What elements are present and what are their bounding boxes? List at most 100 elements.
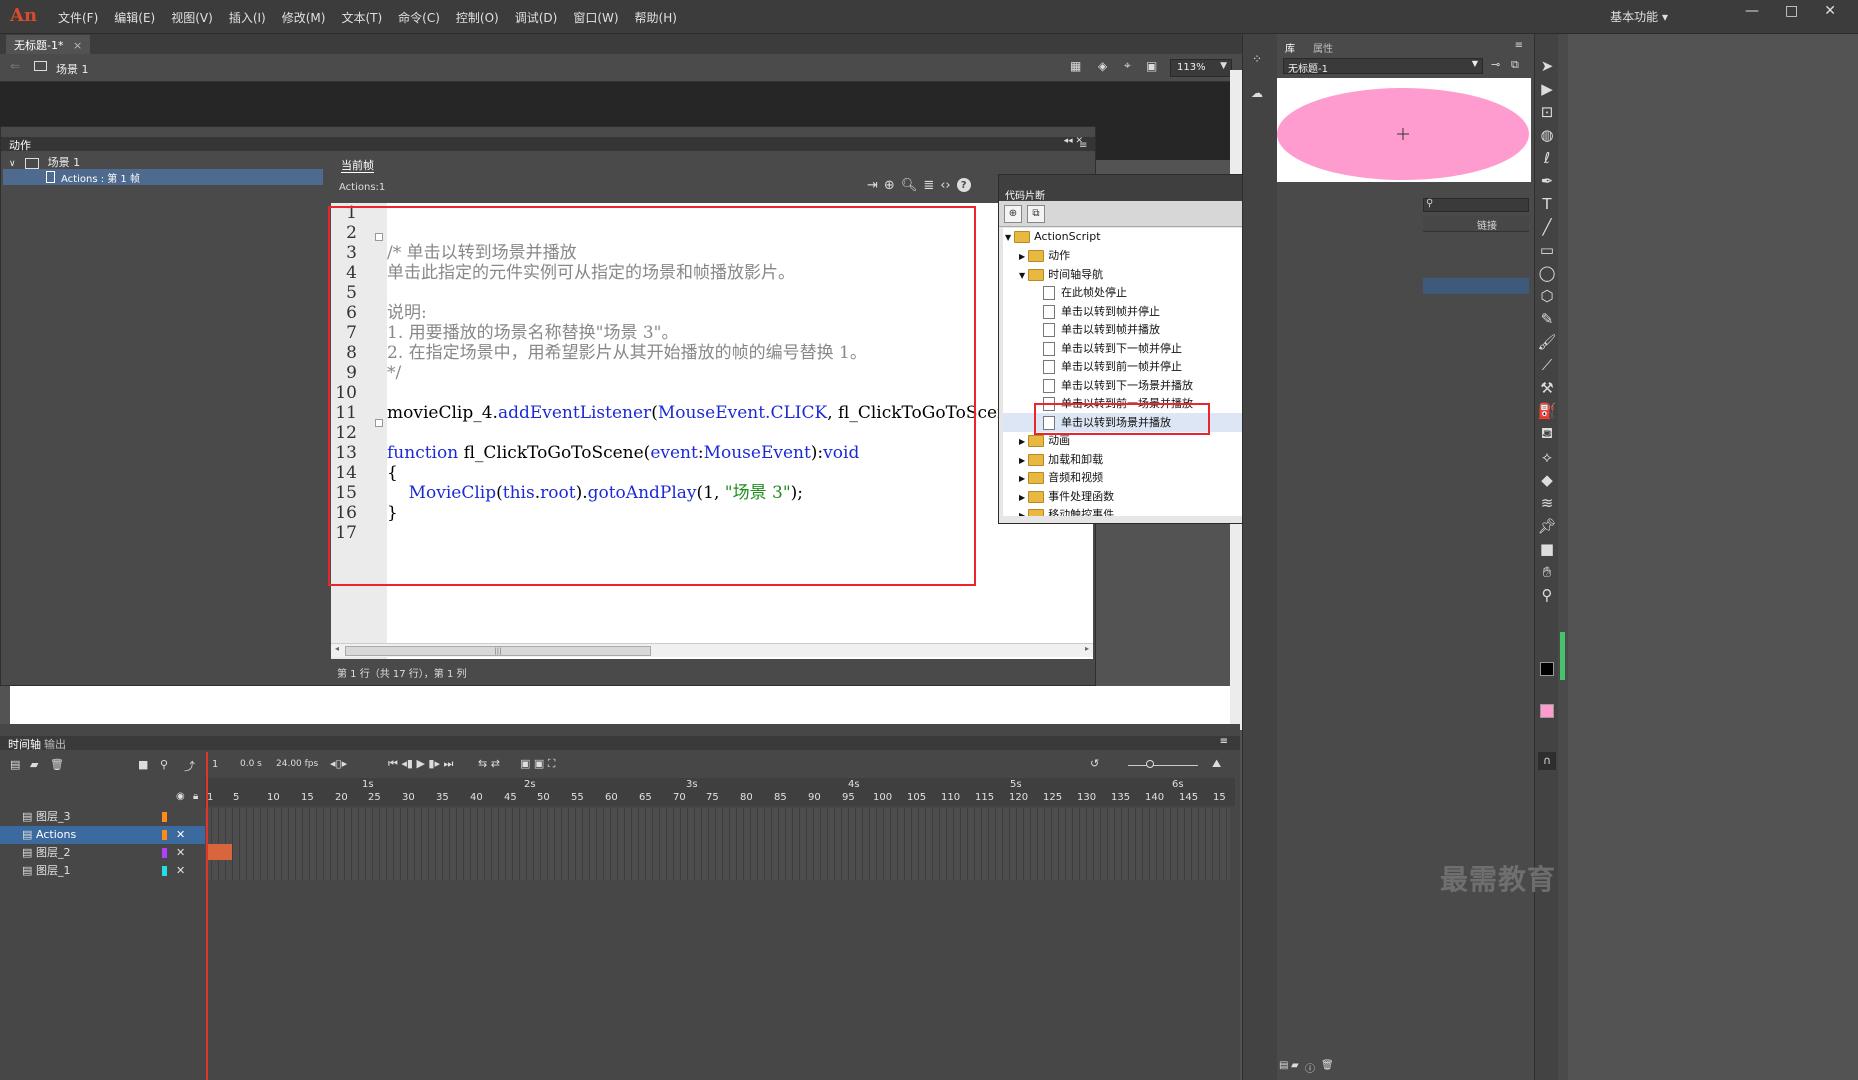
properties-tab[interactable]: 属性 — [1313, 40, 1333, 55]
selection-tool-icon[interactable]: ➤ — [1535, 54, 1559, 77]
paint-brush-icon[interactable]: 🖌︎ — [1535, 330, 1559, 353]
new-layer-icon[interactable]: ▤ — [10, 758, 20, 771]
pencil-tool-icon[interactable]: ✎ — [1535, 307, 1559, 330]
properties-icon[interactable]: ⓘ — [1305, 1060, 1315, 1075]
playhead[interactable] — [206, 752, 208, 1080]
camera-icon[interactable]: ■ — [138, 758, 148, 771]
brush-tool-icon[interactable]: ⟋ — [1535, 353, 1559, 376]
free-transform-icon[interactable]: ⊡ — [1535, 100, 1559, 123]
onion-skin-icon[interactable]: ▣ ▣ ⛶ — [520, 757, 555, 771]
code-horizontal-scrollbar[interactable]: ◂ ||| ▸ — [331, 643, 1093, 657]
slider-thumb[interactable] — [1146, 760, 1154, 768]
maximize-button[interactable]: □ — [1785, 3, 1798, 19]
layer-row[interactable]: ▤ 图层_1 ✕ — [0, 862, 205, 880]
menu-text[interactable]: 文本(T) — [333, 9, 390, 26]
panel-menu-icon[interactable]: ≡ — [1515, 40, 1523, 51]
snap-magnet-icon[interactable]: ∩ — [1538, 752, 1556, 770]
timeline-ruler[interactable]: 1s 2s 3s 4s 5s 6s 1 5 10 15 20 25 30 35 … — [205, 778, 1235, 806]
eyedropper-icon[interactable]: ⟡ — [1535, 445, 1559, 468]
find-icon[interactable]: 🔍︎ — [901, 178, 918, 193]
document-tab-close[interactable]: × — [73, 39, 82, 52]
layer-row[interactable]: ▤ 图层_3 — [0, 808, 205, 826]
zoom-select[interactable]: 113% ▼ — [1170, 59, 1232, 77]
playback-controls[interactable]: ⏮ ◂▮ ▶ ▮▸ ⏭ — [388, 757, 453, 771]
hidden-x-icon[interactable]: ✕ — [176, 826, 185, 844]
menu-window[interactable]: 窗口(W) — [565, 9, 626, 26]
parent-view-icon[interactable]: ⚲ — [160, 758, 168, 771]
center-stage-icon[interactable]: ⌖ — [1124, 58, 1131, 73]
tree-scene-row[interactable]: ∨ 场景 1 — [9, 154, 80, 170]
back-arrow-icon[interactable]: ⇐ — [10, 59, 20, 73]
frame-size-slider[interactable] — [1128, 765, 1198, 766]
format-code-icon[interactable]: ≣ — [923, 178, 934, 193]
cc-libraries-icon[interactable]: ☁ — [1251, 86, 1263, 100]
eraser-tool-icon[interactable]: ◆ — [1535, 468, 1559, 491]
pin-icon[interactable]: ⊸ — [1491, 58, 1500, 71]
menu-view[interactable]: 视图(V) — [163, 9, 221, 26]
hand-tool-icon[interactable]: ✋︎ — [1535, 560, 1559, 583]
menu-edit[interactable]: 编辑(E) — [106, 9, 163, 26]
tree-frame-row[interactable]: Actions : 第 1 帧 — [3, 169, 323, 185]
menu-modify[interactable]: 修改(M) — [274, 9, 334, 26]
add-snippet-icon[interactable]: ⊕ — [1004, 205, 1022, 223]
loop-icon[interactable]: ⇆ ⇄ — [478, 757, 500, 770]
line-tool-icon[interactable]: ╱ — [1535, 215, 1559, 238]
scroll-right-icon[interactable]: ▸ — [1085, 644, 1089, 653]
lock-icon[interactable]: 🔒︎ — [193, 791, 198, 802]
library-selected-row[interactable] — [1423, 278, 1529, 294]
mountain-icon[interactable]: ⛰ — [1212, 757, 1221, 771]
fill-color-swatch[interactable] — [1540, 704, 1554, 718]
3d-rotation-icon[interactable]: ◍ — [1535, 123, 1559, 146]
zoom-tool-icon[interactable]: ⚲ — [1535, 583, 1559, 606]
menu-file[interactable]: 文件(F) — [50, 9, 106, 26]
oval-tool-icon[interactable]: ◯ — [1535, 261, 1559, 284]
menu-commands[interactable]: 命令(C) — [390, 9, 448, 26]
hidden-x-icon[interactable]: ✕ — [176, 862, 185, 880]
library-tab[interactable]: 库 — [1285, 40, 1295, 55]
delete-layer-icon[interactable]: 🗑︎ — [50, 758, 64, 771]
frame-rate[interactable]: 24.00 fps — [276, 759, 318, 769]
close-button[interactable]: ✕ — [1824, 3, 1836, 19]
width-tool-icon[interactable]: ≋ — [1535, 491, 1559, 514]
menu-help[interactable]: 帮助(H) — [627, 9, 685, 26]
new-library-icon[interactable]: ⧉ — [1511, 58, 1519, 72]
clip-icon[interactable]: ▣ — [1146, 59, 1157, 73]
subselection-tool-icon[interactable]: ▶ — [1535, 77, 1559, 100]
new-symbol-icon[interactable]: ▤ — [1279, 1060, 1288, 1071]
frame-grid[interactable] — [205, 808, 1230, 880]
ink-bottle-icon[interactable]: ⛾ — [1535, 422, 1559, 445]
document-tab[interactable]: 无标题-1* × — [6, 35, 91, 54]
pen-tool-icon[interactable]: ✒ — [1535, 169, 1559, 192]
polystar-tool-icon[interactable]: ⬡ — [1535, 284, 1559, 307]
camera-tool-icon[interactable]: ■ — [1535, 537, 1559, 560]
menu-control[interactable]: 控制(O) — [448, 9, 507, 26]
panel-menu-icon[interactable]: ≡ — [1220, 736, 1228, 747]
linkage-column[interactable]: 链接 — [1477, 217, 1497, 232]
menu-insert[interactable]: 插入(I) — [221, 9, 274, 26]
hidden-x-icon[interactable]: ✕ — [176, 844, 185, 862]
scroll-thumb[interactable]: ||| — [345, 646, 651, 656]
pin-script-icon[interactable]: ⇥ — [867, 178, 878, 193]
layer-row[interactable]: ▤ Actions ✕ — [0, 826, 205, 844]
eye-icon[interactable]: ◉ — [176, 791, 185, 802]
code-snippets-icon[interactable]: ‹› — [940, 178, 950, 193]
output-tab[interactable]: 输出 — [44, 736, 66, 752]
workspace-switcher[interactable]: 基本功能 ▾ — [1610, 8, 1668, 25]
motion-presets-icon[interactable]: ⁘ — [1252, 52, 1262, 66]
copy-snippet-icon[interactable]: ⧉ — [1027, 205, 1045, 223]
current-frame-tab[interactable]: 当前帧 — [341, 157, 374, 173]
lasso-tool-icon[interactable]: ℓ — [1535, 146, 1559, 169]
menu-debug[interactable]: 调试(D) — [507, 9, 566, 26]
minimize-button[interactable]: — — [1745, 3, 1759, 19]
panel-menu-icon[interactable]: ≡ — [1079, 140, 1087, 151]
document-select[interactable]: 无标题-1 ▼ — [1283, 58, 1483, 75]
help-icon[interactable]: ? — [956, 178, 971, 192]
stroke-color-swatch[interactable] — [1540, 662, 1554, 676]
bone-tool-icon[interactable]: ⚒ — [1535, 376, 1559, 399]
insert-target-icon[interactable]: ⊕ — [884, 178, 895, 193]
new-folder-icon[interactable]: ▰ — [1291, 1060, 1299, 1071]
rectangle-tool-icon[interactable]: ▭ — [1535, 238, 1559, 261]
layer-row[interactable]: ▤ 图层_2 ✕ — [0, 844, 205, 862]
edit-symbol-icon[interactable]: ◈ — [1098, 59, 1107, 73]
asset-warp-icon[interactable]: 📌︎ — [1535, 514, 1559, 537]
